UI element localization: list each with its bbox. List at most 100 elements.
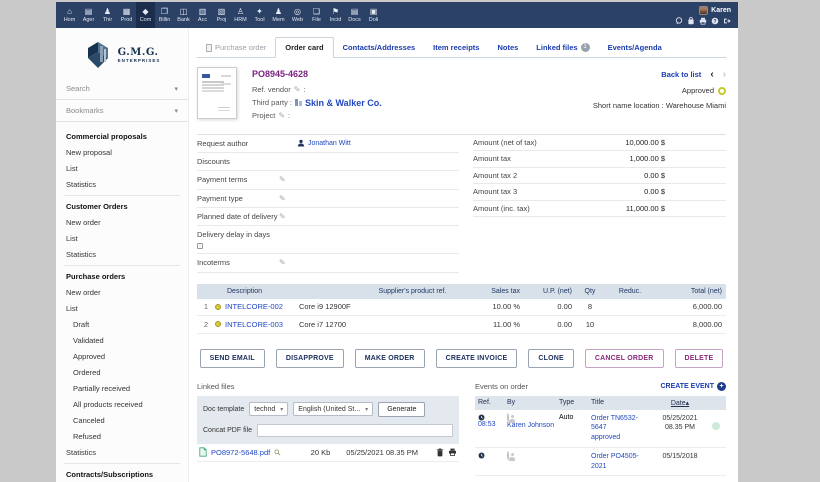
edit-pencil-icon[interactable]: ✎ (279, 194, 286, 203)
nav-module-accountancy[interactable]: ▥Acc (193, 2, 212, 28)
edit-pencil-icon[interactable]: ✎ (279, 212, 286, 221)
website-icon: ◎ (294, 8, 301, 16)
sidebar-item-new-customer-order[interactable]: New order (56, 214, 188, 230)
nav-module-products[interactable]: ▦Prod (117, 2, 136, 28)
edit-pencil-icon[interactable]: ✎ (279, 175, 286, 184)
nav-module-website[interactable]: ◎Web (288, 2, 307, 28)
previous-record-arrow[interactable]: ‹ (710, 69, 713, 80)
user-avatar-placeholder (507, 451, 509, 460)
nav-module-thirdparties[interactable]: ♟Thir (98, 2, 117, 28)
edit-pencil-icon[interactable]: ✎ (278, 111, 285, 120)
bag-icon[interactable] (687, 17, 695, 25)
third-party-link[interactable]: Skin & Walker Co. (305, 98, 382, 108)
preview-magnifier-icon[interactable] (274, 449, 281, 456)
event-title-link[interactable]: Order TN6532-5647 approved (591, 414, 648, 443)
back-to-list-link[interactable]: Back to list (661, 70, 701, 79)
nav-module-commercial[interactable]: ◆Com (136, 2, 155, 28)
user-menu[interactable]: Karen (699, 6, 731, 15)
tab-events-agenda[interactable]: Events/Agenda (599, 38, 671, 57)
sidebar-section-contracts-subscriptions[interactable]: Contracts/Subscriptions (56, 464, 188, 482)
chat-icon[interactable] (675, 17, 683, 25)
edit-pencil-icon[interactable]: ✎ (279, 258, 286, 267)
agenda-icon: ▤ (85, 8, 93, 16)
doc-template-select[interactable]: technd ▾ (249, 402, 288, 416)
sidebar-section-purchase-orders[interactable]: Purchase orders (56, 266, 188, 284)
tab-order-card[interactable]: Order card (275, 37, 333, 58)
event-date: 05/25/2021 (648, 414, 712, 424)
make-order-button[interactable]: MAKE ORDER (355, 349, 425, 368)
search-dropdown[interactable]: Search ▾ (56, 78, 188, 100)
print-icon[interactable] (699, 17, 707, 25)
order-fields-table: Request author Jonathan Witt Discounts P… (197, 135, 459, 273)
send-email-button[interactable]: SEND EMAIL (200, 349, 265, 368)
concat-pdf-input[interactable] (257, 424, 453, 437)
nav-module-agenda[interactable]: ▤Ager (79, 2, 98, 28)
nav-module-billing[interactable]: ❐Billin (155, 2, 174, 28)
product-ref-link[interactable]: INTELCORE-003 (225, 320, 283, 329)
pdf-preview-thumbnail[interactable] (197, 67, 237, 119)
sort-by-date-header[interactable]: Date▴ (648, 399, 712, 407)
sidebar-item-new-purchase-order[interactable]: New order (56, 284, 188, 300)
tab-item-receipts[interactable]: Item receipts (424, 38, 488, 57)
navbar-right: Karen ? (675, 2, 734, 28)
linked-file-row: PO8972-5648.pdf 20 Kb 05/25/2021 08.35 P… (197, 444, 459, 462)
nav-module-dolistore[interactable]: ▣Doli (364, 2, 383, 28)
sidebar-item-partially-received[interactable]: Partially received (56, 380, 188, 396)
sidebar-section-customer-orders[interactable]: Customer Orders (56, 196, 188, 214)
info-icon[interactable]: i (197, 243, 203, 249)
clone-button[interactable]: CLONE (528, 349, 574, 368)
sidebar-item-purchase-orders-statistics[interactable]: Statistics (56, 444, 188, 460)
sidebar-item-customer-orders-list[interactable]: List (56, 230, 188, 246)
sidebar-section-commercial-proposals[interactable]: Commercial proposals (56, 126, 188, 144)
create-invoice-button[interactable]: CREATE INVOICE (436, 349, 518, 368)
generate-button[interactable]: Generate (378, 402, 425, 417)
tab-purchase-order[interactable]: Purchase order (197, 38, 275, 57)
linked-files-title: Linked files (197, 382, 459, 391)
delete-file-icon[interactable] (436, 448, 444, 457)
top-navbar: ⌂Hom ▤Ager ♟Thir ▦Prod ◆Com ❐Billin ◫Ban… (56, 2, 738, 28)
sidebar-item-proposals-statistics[interactable]: Statistics (56, 176, 188, 192)
nav-module-projects[interactable]: ▧Proj (212, 2, 231, 28)
language-select[interactable]: English (United St... ▾ (293, 402, 373, 416)
create-event-link[interactable]: CREATE EVENT + (660, 382, 726, 391)
sidebar-item-draft[interactable]: Draft (56, 316, 188, 332)
sidebar-item-canceled[interactable]: Canceled (56, 412, 188, 428)
event-title-link[interactable]: Order PO4505-2021 (591, 452, 648, 472)
nav-module-incidents[interactable]: ⚑Incid (326, 2, 345, 28)
sidebar-item-proposals-list[interactable]: List (56, 160, 188, 176)
disapprove-button[interactable]: DISAPPROVE (276, 349, 344, 368)
logout-icon[interactable] (723, 17, 731, 25)
nav-module-docs[interactable]: ▤Docs (345, 2, 364, 28)
sidebar-item-customer-orders-statistics[interactable]: Statistics (56, 246, 188, 262)
tab-notes[interactable]: Notes (488, 38, 527, 57)
tab-contacts-addresses[interactable]: Contacts/Addresses (334, 38, 425, 57)
cancel-order-button[interactable]: CANCEL ORDER (585, 349, 664, 368)
sidebar-item-ordered[interactable]: Ordered (56, 364, 188, 380)
sidebar-item-validated[interactable]: Validated (56, 332, 188, 348)
sidebar-item-new-proposal[interactable]: New proposal (56, 144, 188, 160)
print-file-icon[interactable] (448, 448, 457, 456)
nav-module-bank[interactable]: ◫Bank (174, 2, 193, 28)
org-subtitle: ENTERPRISES (118, 58, 161, 63)
sidebar-item-all-products-received[interactable]: All products received (56, 396, 188, 412)
product-ref-link[interactable]: INTELCORE-002 (225, 302, 283, 311)
tab-linked-files[interactable]: Linked files 1 (527, 38, 598, 57)
nav-module-tools[interactable]: ✦Tool (250, 2, 269, 28)
sidebar-item-purchase-orders-list[interactable]: List (56, 300, 188, 316)
sidebar-item-refused[interactable]: Refused (56, 428, 188, 444)
product-status-icon (215, 321, 221, 327)
nav-module-members[interactable]: ♟Mem (269, 2, 288, 28)
nav-module-files[interactable]: ❏File (307, 2, 326, 28)
field-discounts: Discounts (197, 153, 459, 171)
request-author-link[interactable]: Jonathan Witt (308, 140, 351, 147)
bookmarks-dropdown[interactable]: Bookmarks ▾ (56, 100, 188, 122)
home-icon: ⌂ (67, 8, 72, 16)
delete-button[interactable]: DELETE (675, 349, 724, 368)
linked-files-count-badge: 1 (581, 43, 590, 52)
file-name-link[interactable]: PO8972-5648.pdf (211, 448, 270, 457)
nav-module-home[interactable]: ⌂Hom (60, 2, 79, 28)
nav-module-hrm[interactable]: ♙HRM (231, 2, 250, 28)
edit-pencil-icon[interactable]: ✎ (294, 85, 301, 94)
help-icon[interactable]: ? (711, 17, 719, 25)
sidebar-item-approved[interactable]: Approved (56, 348, 188, 364)
